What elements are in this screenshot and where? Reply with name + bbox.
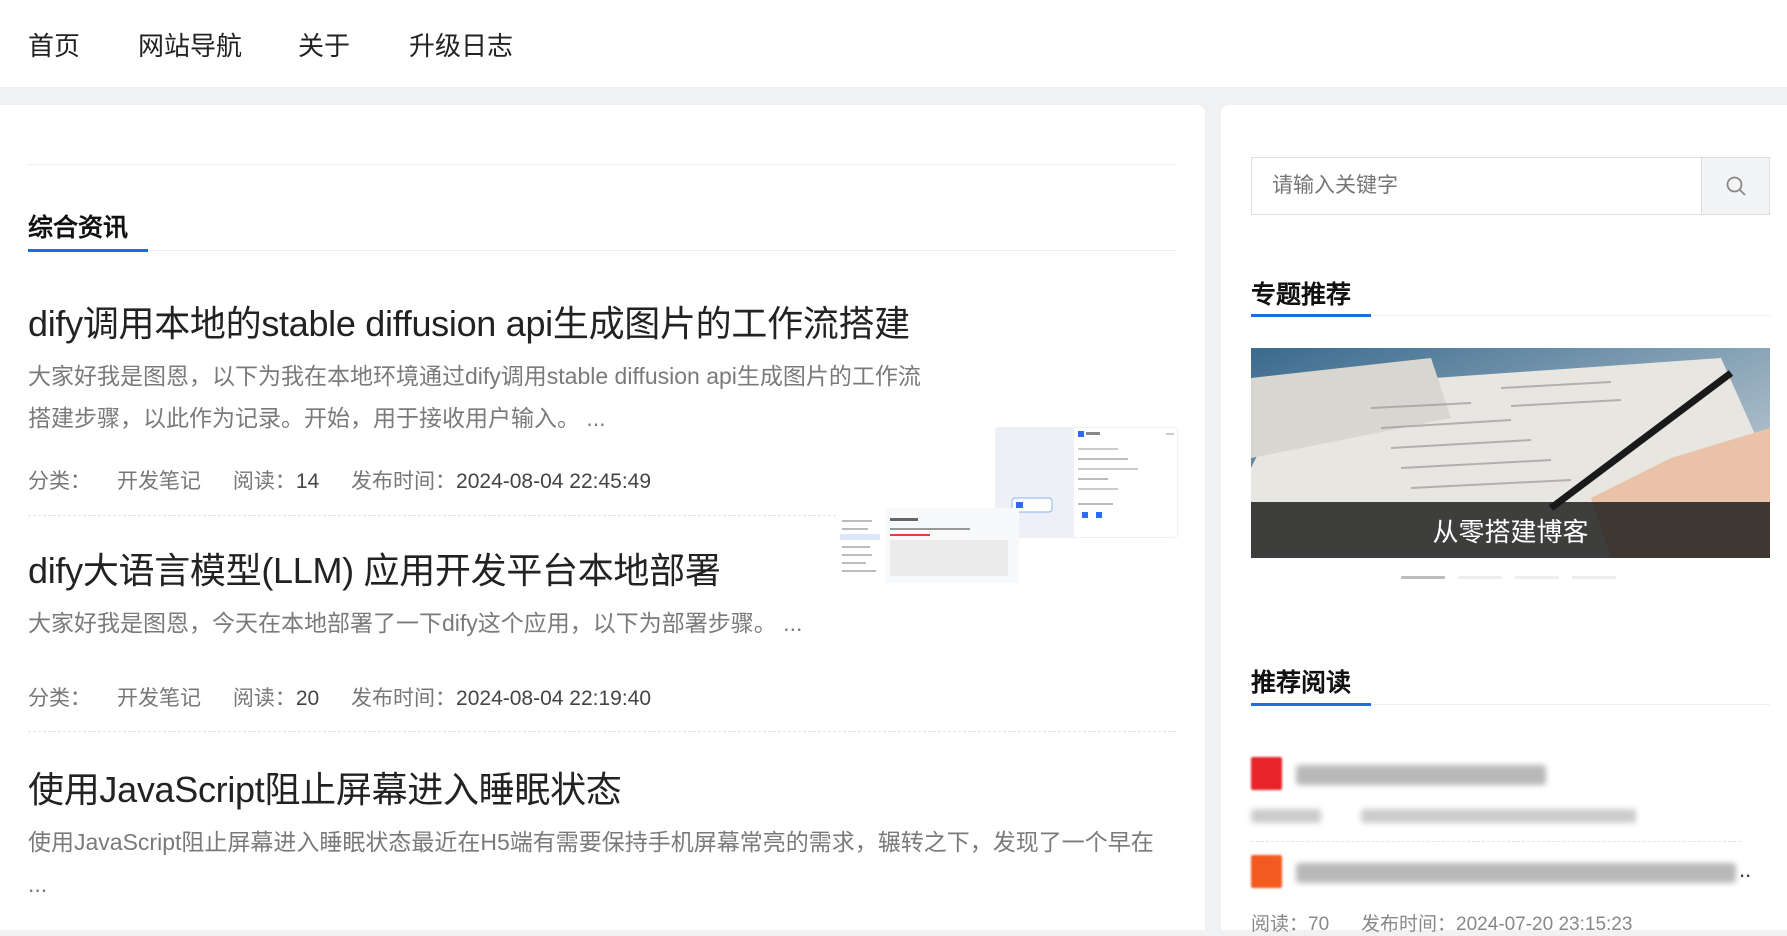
topic-banner-carousel[interactable]: 从零搭建博客: [1251, 348, 1770, 558]
divider: [1371, 315, 1770, 316]
divider: [28, 731, 1176, 732]
article-read-count: 阅读：20: [232, 687, 320, 710]
recommended-item[interactable]: [1251, 757, 1770, 842]
article-thumbnail[interactable]: [838, 508, 1019, 583]
deploy-screenshot-image: [838, 508, 1019, 583]
section-title: 综合资讯: [28, 214, 129, 242]
nav-site-navigation[interactable]: 网站导航: [138, 26, 242, 63]
search-icon: [1726, 176, 1746, 196]
nav-about[interactable]: 关于: [298, 26, 350, 63]
recommended-meta-blurred: [1361, 809, 1636, 823]
topic-section-title: 专题推荐: [1251, 281, 1352, 309]
carousel-dot[interactable]: [1572, 576, 1616, 579]
article-title[interactable]: dify调用本地的stable diffusion api生成图片的工作流搭建: [28, 295, 910, 347]
article-title[interactable]: 使用JavaScript阻止屏幕进入睡眠状态: [28, 761, 622, 813]
workflow-screenshot-image: [996, 428, 1177, 537]
search-button[interactable]: [1701, 157, 1770, 215]
article-summary: 使用JavaScript阻止屏幕进入睡眠状态最近在H5端有需要保持手机屏幕常亮的…: [28, 829, 1154, 897]
recommended-item[interactable]: .. 阅读：70 发布时间：2024-07-20 23:15:23: [1251, 855, 1770, 935]
title-ellipsis: ..: [1739, 857, 1752, 882]
carousel-dot[interactable]: [1458, 576, 1502, 579]
main-content: 综合资讯 dify调用本地的stable diffusion api生成图片的工…: [0, 105, 1205, 930]
carousel-dot[interactable]: [1515, 576, 1559, 579]
recommended-publish-time: 发布时间：2024-07-20 23:15:23: [1361, 914, 1633, 935]
article-icon: [1251, 757, 1282, 790]
article-publish-time: 发布时间：2024-08-04 22:45:49: [351, 470, 652, 493]
divider: [1251, 841, 1741, 842]
carousel-dot-active[interactable]: [1401, 576, 1445, 579]
recommended-title-blurred[interactable]: [1296, 863, 1736, 883]
divider: [148, 250, 1176, 251]
recommended-title-blurred[interactable]: [1296, 765, 1546, 785]
sidebar: 专题推荐: [1221, 105, 1787, 935]
recommended-read-count: 阅读：70: [1251, 914, 1330, 935]
banner-caption[interactable]: 从零搭建博客: [1251, 502, 1770, 558]
search-input[interactable]: [1251, 157, 1701, 215]
article-read-count: 阅读：14: [232, 470, 320, 493]
article-category: 分类： 开发笔记: [28, 470, 201, 493]
nav-home[interactable]: 首页: [28, 26, 80, 63]
recommended-section-title: 推荐阅读: [1251, 669, 1352, 697]
article-title[interactable]: dify大语言模型(LLM) 应用开发平台本地部署: [28, 542, 721, 594]
article-category: 分类： 开发笔记: [28, 687, 201, 710]
top-navigation: 首页 网站导航 关于 升级日志: [0, 0, 1787, 87]
section-title-underline: [1251, 314, 1371, 317]
section-title-underline: [1251, 703, 1371, 706]
article-meta: 分类： 开发笔记 阅读：14 发布时间：2024-08-04 22:45:49: [28, 465, 677, 495]
nav-changelog[interactable]: 升级日志: [409, 26, 513, 63]
article-summary: 大家好我是图恩，以下为我在本地环境通过dify调用stable diffusio…: [28, 363, 921, 431]
divider: [28, 164, 1176, 165]
article-icon: [1251, 855, 1282, 888]
article-publish-time: 发布时间：2024-08-04 22:19:40: [351, 687, 652, 710]
article-summary: 大家好我是图恩，今天在本地部署了一下dify这个应用，以下为部署步骤。 ...: [28, 610, 803, 636]
article-meta: 分类： 开发笔记 阅读：20 发布时间：2024-08-04 22:19:40: [28, 682, 677, 712]
article-thumbnail[interactable]: [995, 427, 1178, 538]
divider: [1371, 704, 1770, 705]
recommended-meta-blurred: [1251, 809, 1321, 823]
section-title-underline: [28, 249, 148, 252]
